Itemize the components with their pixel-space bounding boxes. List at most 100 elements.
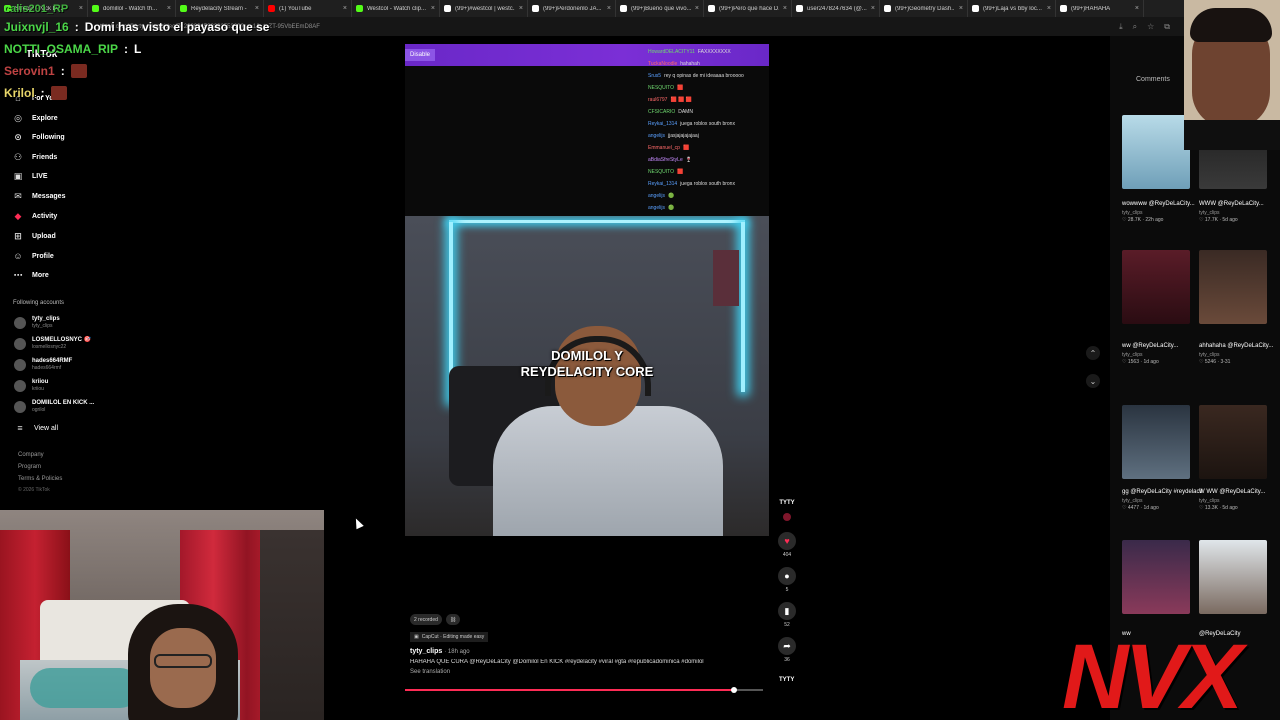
like-button[interactable]: ♥ 404: [775, 532, 799, 558]
browser-tab[interactable]: (99+)Perdonenlo JA... ×: [528, 0, 616, 17]
video-stats: ♡ 4477 · 1d ago: [1122, 505, 1159, 511]
video-thumbnail[interactable]: [1199, 540, 1267, 614]
footer-terms[interactable]: Terms & Policies: [18, 476, 62, 482]
sidebar-item-explore[interactable]: ◎ Explore: [12, 112, 58, 124]
face: [150, 628, 216, 708]
progress-fill: [405, 689, 735, 691]
browser-tab[interactable]: (99+)HAHAHA ×: [1056, 0, 1144, 17]
recorded-chip[interactable]: 2 recorded: [410, 614, 442, 625]
video-card-meta[interactable]: wowwww @ReyDeLaCity... tyty_clips ♡ 28.7K …: [1122, 200, 1202, 223]
sidebar-item-profile[interactable]: ☺ Profile: [12, 250, 53, 262]
sidebar-item-following[interactable]: ⊙ Following: [12, 131, 64, 143]
video-thumbnail[interactable]: [1199, 250, 1267, 324]
close-icon[interactable]: ×: [871, 5, 875, 12]
zoom-icon[interactable]: ⌕: [1133, 22, 1137, 32]
follow-plus-icon[interactable]: [783, 513, 791, 521]
author-label[interactable]: TYTY: [775, 500, 799, 506]
video-player[interactable]: DOMILOL Y REYDELACITY CORE: [405, 216, 769, 536]
following-icon: ⊙: [14, 131, 22, 142]
link-icon[interactable]: ⛓: [445, 614, 461, 625]
chevron-up-icon[interactable]: ⌃: [1086, 346, 1100, 360]
favicon-icon: [1060, 5, 1067, 12]
video-caption: DOMILOL Y REYDELACITY CORE: [405, 348, 769, 380]
chat-message: hahahah: [680, 61, 700, 67]
progress-knob[interactable]: [731, 687, 738, 693]
chat-message: rey q opinas de mi ideaaaa brooooo: [664, 73, 744, 79]
browser-tab[interactable]: (99+)Bueno que vivo... ×: [616, 0, 704, 17]
share-button[interactable]: ➦ 36: [775, 637, 799, 663]
chevron-down-icon[interactable]: ⌄: [1086, 374, 1100, 388]
chat-message: juega roblox south bronx: [680, 121, 735, 127]
close-icon[interactable]: ×: [607, 5, 611, 12]
following-account[interactable]: kriiou kriiou: [14, 379, 48, 392]
view-all-link[interactable]: ≡ View all: [14, 422, 58, 434]
browser-tab[interactable]: (1) YouTube ×: [264, 0, 352, 17]
sidebar-item-activity[interactable]: ◆ Activity: [12, 210, 58, 222]
video-thumbnail[interactable]: [1122, 250, 1190, 324]
video-card-meta[interactable]: W WW @ReyDeLaCity... tyty_clips ♡ 13.3K · …: [1199, 488, 1279, 511]
install-icon[interactable]: ⤓: [1119, 22, 1123, 32]
chat-username: NESQUITO: [648, 85, 675, 91]
footer-program[interactable]: Program: [18, 464, 41, 470]
comment-button[interactable]: ● 5: [775, 567, 799, 593]
close-icon[interactable]: ×: [695, 5, 699, 12]
video-author: tyty_clips: [1122, 352, 1143, 358]
footer-company[interactable]: Company: [18, 452, 44, 458]
sidebar-item-live[interactable]: ▣ LIVE: [12, 170, 48, 182]
browser-tab[interactable]: (99+)Geometry Dash... ×: [880, 0, 968, 17]
compass-icon: ◎: [14, 112, 22, 123]
sidebar-item-friends[interactable]: ⚇ Friends: [12, 151, 57, 163]
video-card-meta[interactable]: WWW @ReyDeLaCity... tyty_clips ♡ 17.7K · 5…: [1199, 200, 1279, 223]
following-account[interactable]: hades664RMF hades664rmf: [14, 358, 72, 371]
chat-username: Reykai_1314: [648, 121, 678, 127]
video-card-meta[interactable]: ahhahaha @ReyDeLaCity... tyty_clips ♡ 5246…: [1199, 342, 1279, 365]
browser-tab[interactable]: (99+)Laja vs bby loc... ×: [968, 0, 1056, 17]
close-icon[interactable]: ×: [1135, 5, 1139, 12]
close-icon[interactable]: ×: [783, 5, 787, 12]
extensions-icon[interactable]: ⧉: [1164, 22, 1170, 32]
video-thumbnail[interactable]: [1199, 405, 1267, 479]
chat-username: Reykai_1314: [648, 181, 678, 187]
streamer-webcam: [0, 510, 324, 720]
close-icon[interactable]: ×: [959, 5, 963, 12]
nvx-watermark: NVX: [1062, 626, 1243, 720]
close-icon[interactable]: ×: [519, 5, 523, 12]
following-account[interactable]: DOMIILOL EN KICK ... ogrilol: [14, 400, 94, 413]
video-card-meta[interactable]: ww @ReyDeLaCity... tyty_clips ♡ 1563 · 1d …: [1122, 342, 1202, 365]
comments-tab[interactable]: Comments: [1136, 76, 1170, 83]
browser-tab[interactable]: (99+)Pero que hace D... ×: [704, 0, 792, 17]
sidebar-item-messages[interactable]: ✉ Messages: [12, 190, 65, 202]
video-thumbnail[interactable]: [1122, 115, 1190, 189]
profile-icon: ☺: [13, 251, 23, 261]
chat-username: TuckaNoodle: [648, 61, 678, 67]
browser-tab[interactable]: user2478247634 (@... ×: [792, 0, 880, 17]
browser-tab[interactable]: Westcol - Watch clip... ×: [352, 0, 440, 17]
video-thumbnail[interactable]: [1122, 405, 1190, 479]
following-account[interactable]: LOSMELLOSNYC 🎯 losmellosnyc22: [14, 337, 91, 350]
chat-username: raul6797: [648, 97, 668, 103]
sidebar-item-more[interactable]: ⋯ More: [12, 269, 49, 281]
see-translation-link[interactable]: See translation: [410, 669, 770, 675]
following-account[interactable]: tyty_clips tyty_clips: [14, 316, 60, 329]
close-icon[interactable]: ×: [431, 5, 435, 12]
save-button[interactable]: ▮ 52: [775, 602, 799, 628]
bookmark-star-icon[interactable]: ☆: [1147, 22, 1154, 32]
close-icon[interactable]: ×: [343, 5, 347, 12]
favicon-icon: [708, 5, 715, 12]
video-chat-line: angelijs 🟢: [648, 202, 768, 214]
disable-button[interactable]: Disable: [405, 49, 435, 61]
chat-message: 🟢: [667, 205, 675, 211]
sidebar-item-upload[interactable]: ⊞ Upload: [12, 230, 56, 242]
video-thumbnail[interactable]: [1122, 540, 1190, 614]
description-author[interactable]: tyty_clips · 18h ago: [410, 648, 770, 655]
video-author: tyty_clips: [1122, 498, 1143, 504]
capcut-tag[interactable]: ▣ CapCut · Editing made easy: [410, 632, 489, 642]
video-progress-bar[interactable]: [405, 687, 763, 693]
close-icon[interactable]: ×: [1047, 5, 1051, 12]
video-chat-line: angelijs jjasjajajajajaaj: [648, 130, 768, 142]
video-card-meta[interactable]: gg @ReyDeLaCity #reydelacity... tyty_clip…: [1122, 488, 1202, 511]
video-chat-line: aBdiaSfreStyLe 🍷: [648, 154, 768, 166]
caption-line: DOMILOL Y: [551, 348, 623, 363]
browser-tab[interactable]: (99+)#westcol | westc... ×: [440, 0, 528, 17]
favicon-icon: [620, 5, 627, 12]
